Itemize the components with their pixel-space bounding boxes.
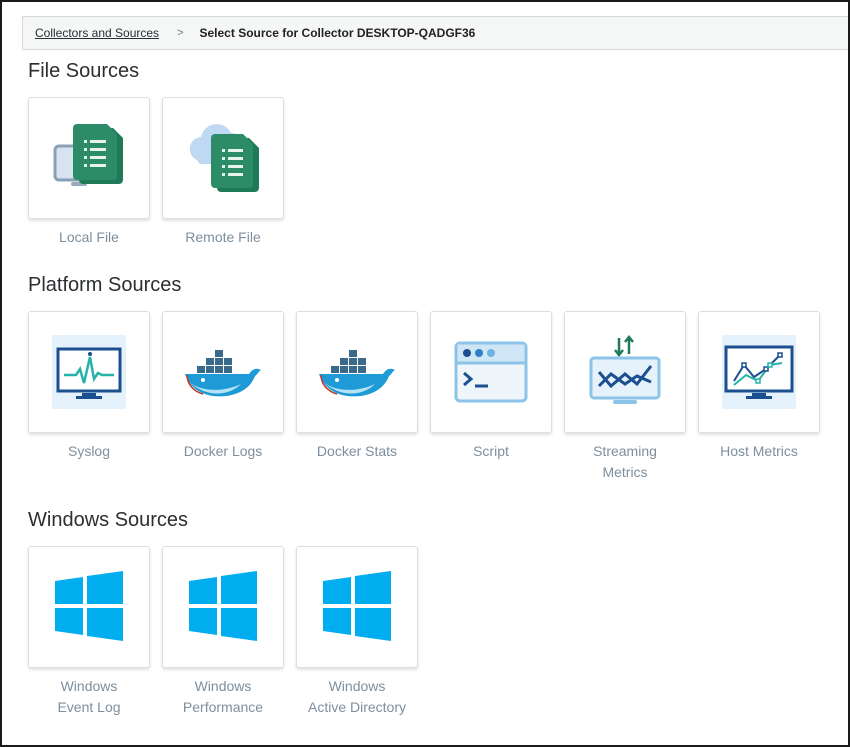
windows-logo-icon xyxy=(187,571,259,643)
tile-syslog-label: Syslog xyxy=(67,443,111,459)
tile-streaming-metrics-label: Streaming Metrics xyxy=(593,443,657,480)
tile-windows-event-log-box[interactable] xyxy=(28,546,150,668)
tile-script-box[interactable] xyxy=(430,311,552,433)
tile-windows-event-log[interactable]: Windows Event Log xyxy=(28,546,150,718)
local-file-icon xyxy=(47,116,131,200)
tile-script[interactable]: Script xyxy=(430,311,552,462)
tile-remote-file-box[interactable] xyxy=(162,97,284,219)
breadcrumb-separator: > xyxy=(177,27,184,39)
streaming-metrics-icon xyxy=(585,334,665,410)
breadcrumb-current-page: Select Source for Collector DESKTOP-QADG… xyxy=(199,26,476,40)
tile-windows-active-directory[interactable]: Windows Active Directory xyxy=(296,546,418,718)
windows-logo-icon xyxy=(53,571,125,643)
tile-windows-active-directory-box[interactable] xyxy=(296,546,418,668)
tile-syslog[interactable]: Syslog xyxy=(28,311,150,462)
windows-logo-icon xyxy=(321,571,393,643)
syslog-monitor-icon xyxy=(52,335,126,409)
tile-syslog-box[interactable] xyxy=(28,311,150,433)
tile-windows-performance[interactable]: Windows Performance xyxy=(162,546,284,718)
tile-streaming-metrics-box[interactable] xyxy=(564,311,686,433)
platform-sources-heading: Platform Sources xyxy=(28,274,182,296)
tile-script-label: Script xyxy=(473,443,509,459)
breadcrumb-collectors-link[interactable]: Collectors and Sources xyxy=(35,26,159,40)
tile-docker-logs-box[interactable] xyxy=(162,311,284,433)
tile-docker-stats-label: Docker Stats xyxy=(316,443,398,459)
remote-file-icon xyxy=(181,116,265,200)
tile-windows-performance-box[interactable] xyxy=(162,546,284,668)
tile-local-file-box[interactable] xyxy=(28,97,150,219)
tile-windows-active-directory-label: Windows Active Directory xyxy=(307,678,407,715)
tile-remote-file-label: Remote File xyxy=(185,229,261,245)
tile-docker-logs[interactable]: Docker Logs xyxy=(162,311,284,462)
tile-host-metrics[interactable]: Host Metrics xyxy=(698,311,820,462)
tile-remote-file[interactable]: Remote File xyxy=(162,97,284,248)
tile-docker-stats[interactable]: Docker Stats xyxy=(296,311,418,462)
windows-sources-heading: Windows Sources xyxy=(28,509,189,531)
file-sources-heading: File Sources xyxy=(28,60,140,82)
tile-docker-logs-label: Docker Logs xyxy=(183,443,263,459)
tile-streaming-metrics[interactable]: Streaming Metrics xyxy=(564,311,686,483)
tile-local-file-label: Local File xyxy=(59,229,119,245)
tile-windows-performance-label: Windows Performance xyxy=(182,678,264,715)
tile-docker-stats-box[interactable] xyxy=(296,311,418,433)
tile-local-file[interactable]: Local File xyxy=(28,97,150,248)
docker-whale-icon xyxy=(183,342,263,402)
breadcrumb: Collectors and Sources > Select Source f… xyxy=(22,16,848,50)
docker-whale-icon xyxy=(317,342,397,402)
tile-host-metrics-label: Host Metrics xyxy=(720,443,798,459)
app-frame: Collectors and Sources > Select Source f… xyxy=(0,0,850,747)
host-metrics-chart-icon xyxy=(722,335,796,409)
terminal-window-icon xyxy=(454,341,528,403)
tile-windows-event-log-label: Windows Event Log xyxy=(57,678,121,715)
tile-host-metrics-box[interactable] xyxy=(698,311,820,433)
